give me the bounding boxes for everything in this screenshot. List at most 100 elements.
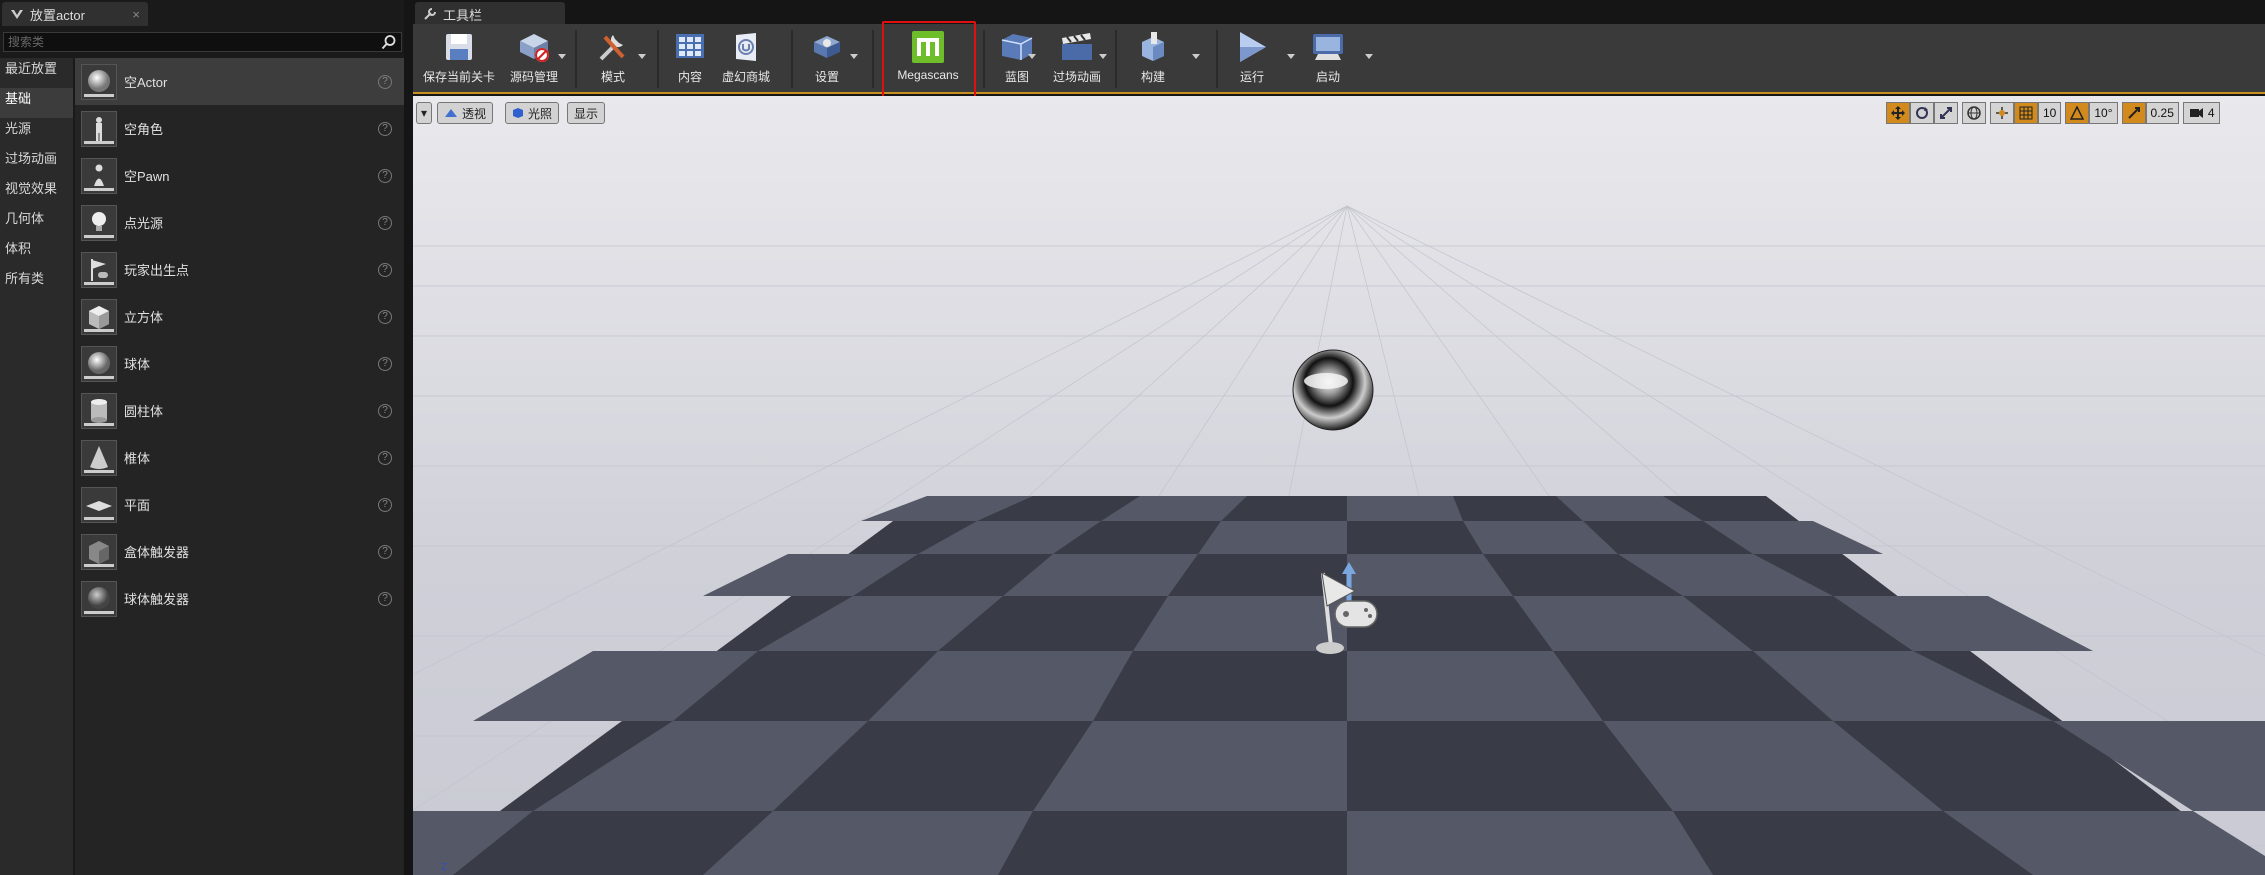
- play-dropdown-arrow[interactable]: [1287, 54, 1295, 59]
- rotate-icon: [1916, 107, 1928, 119]
- cinematics-dropdown-arrow[interactable]: [1099, 54, 1107, 59]
- build-dropdown-arrow[interactable]: [1192, 54, 1200, 59]
- toolbar-tab[interactable]: 工具栏: [415, 2, 565, 26]
- help-icon[interactable]: ?: [378, 403, 392, 418]
- asset-player-start[interactable]: 玩家出生点 ?: [75, 246, 404, 293]
- search-input[interactable]: [4, 35, 381, 49]
- launch-button[interactable]: 启动: [1303, 28, 1353, 90]
- asset-point-light[interactable]: 点光源 ?: [75, 199, 404, 246]
- category-cinematic[interactable]: 过场动画: [0, 148, 73, 178]
- category-visual-effects[interactable]: 视觉效果: [0, 178, 73, 208]
- blueprint-icon: [998, 28, 1036, 66]
- cylinder-icon: [81, 392, 117, 429]
- asset-sphere[interactable]: 球体 ?: [75, 340, 404, 387]
- modes-icon: [594, 28, 632, 66]
- toolbar-label: 过场动画: [1052, 70, 1101, 84]
- wrench-icon: [424, 8, 436, 20]
- help-icon[interactable]: ?: [378, 74, 392, 89]
- asset-cube[interactable]: 立方体 ?: [75, 293, 404, 340]
- asset-cylinder[interactable]: 圆柱体 ?: [75, 387, 404, 434]
- grid-snap-toggle[interactable]: [2014, 102, 2038, 124]
- source-control-dropdown-arrow[interactable]: [558, 54, 566, 59]
- category-all-classes[interactable]: 所有类: [0, 268, 73, 298]
- show-label: 显示: [574, 106, 599, 121]
- axis-indicator: Z: [441, 862, 448, 873]
- camera-speed-button[interactable]: 4: [2182, 102, 2220, 124]
- marketplace-button[interactable]: 虚幻商城: [717, 28, 775, 90]
- settings-dropdown-arrow[interactable]: [850, 54, 858, 59]
- asset-sphere-trigger[interactable]: 球体触发器 ?: [75, 575, 404, 622]
- help-icon[interactable]: ?: [378, 497, 392, 512]
- rotation-snap-value[interactable]: 10°: [2089, 102, 2118, 124]
- toolbar-label: 保存当前关卡: [422, 70, 495, 84]
- asset-plane[interactable]: 平面 ?: [75, 481, 404, 528]
- perspective-icon: [445, 109, 457, 117]
- content-button[interactable]: 内容: [665, 28, 715, 90]
- help-icon[interactable]: ?: [378, 262, 392, 277]
- toolbar-label: 模式: [600, 70, 625, 84]
- perspective-button[interactable]: 透视: [437, 102, 494, 124]
- blueprints-button[interactable]: 蓝图: [991, 28, 1043, 90]
- settings-button[interactable]: 设置: [801, 28, 853, 90]
- chrome-sphere[interactable]: [1292, 349, 1374, 431]
- scale-mode-button[interactable]: [1934, 102, 1958, 124]
- rotate-mode-button[interactable]: [1910, 102, 1934, 124]
- help-icon[interactable]: ?: [378, 544, 392, 559]
- toolbar-separator: [575, 30, 577, 88]
- content-icon: [671, 28, 709, 66]
- save-level-button[interactable]: 保存当前关卡: [416, 28, 502, 90]
- asset-label: 球体触发器: [124, 592, 190, 607]
- toolbar-label: 构建: [1140, 70, 1165, 84]
- help-icon[interactable]: ?: [378, 215, 392, 230]
- viewport-options-button[interactable]: ▾: [416, 102, 432, 124]
- toolbar-label: 蓝图: [1004, 70, 1029, 84]
- coordinate-space-button[interactable]: [1962, 102, 1986, 124]
- rotation-snap-toggle[interactable]: [2065, 102, 2090, 124]
- surface-snap-button[interactable]: [1990, 102, 2014, 124]
- category-recent[interactable]: 最近放置: [0, 58, 73, 88]
- help-icon[interactable]: ?: [378, 168, 392, 183]
- play-button[interactable]: 运行: [1221, 28, 1283, 90]
- empty-actor-icon: [81, 63, 117, 100]
- help-icon[interactable]: ?: [378, 591, 392, 606]
- toolbar-label: 虚幻商城: [721, 70, 770, 84]
- place-actors-tab[interactable]: 放置actor ×: [2, 2, 148, 26]
- toolbar-separator: [1216, 30, 1218, 88]
- modes-button[interactable]: 模式: [581, 28, 645, 90]
- help-icon[interactable]: ?: [378, 450, 392, 465]
- category-volumes[interactable]: 体积: [0, 238, 73, 268]
- grid-snap-value[interactable]: 10: [2038, 102, 2062, 124]
- level-viewport[interactable]: ▾ 透视 光照 显示 10 10° 0.25 4 Z: [413, 96, 2265, 875]
- source-control-button[interactable]: 源码管理: [501, 28, 567, 90]
- asset-cone[interactable]: 椎体 ?: [75, 434, 404, 481]
- search-icon[interactable]: [381, 34, 397, 50]
- launch-dropdown-arrow[interactable]: [1365, 54, 1373, 59]
- cone-icon: [81, 439, 117, 476]
- show-button[interactable]: 显示: [567, 102, 606, 124]
- close-icon[interactable]: ×: [132, 7, 140, 22]
- scale-snap-toggle[interactable]: [2121, 102, 2146, 124]
- help-icon[interactable]: ?: [378, 121, 392, 136]
- move-icon: [1891, 106, 1905, 120]
- build-button[interactable]: 构建: [1125, 28, 1181, 90]
- help-icon[interactable]: ?: [378, 356, 392, 371]
- toolbar-label: 内容: [677, 70, 702, 84]
- lit-mode-button[interactable]: 光照: [505, 102, 560, 124]
- modes-dropdown-arrow[interactable]: [638, 54, 646, 59]
- category-lights[interactable]: 光源: [0, 118, 73, 148]
- category-basic[interactable]: 基础: [0, 88, 73, 118]
- blueprint-dropdown-arrow[interactable]: [1028, 54, 1036, 59]
- asset-empty-character[interactable]: 空角色 ?: [75, 105, 404, 152]
- asset-empty-pawn[interactable]: 空Pawn ?: [75, 152, 404, 199]
- cinematics-button[interactable]: 过场动画: [1041, 28, 1113, 90]
- camera-speed-icon: [2189, 108, 2203, 118]
- main-toolbar: 保存当前关卡 源码管理 模式 内容 虚幻商城 设置 Megascans 蓝图 过…: [413, 24, 2265, 94]
- asset-label: 圆柱体: [124, 404, 164, 419]
- player-start-icon: [81, 251, 117, 288]
- asset-box-trigger[interactable]: 盒体触发器 ?: [75, 528, 404, 575]
- scale-snap-value[interactable]: 0.25: [2145, 102, 2179, 124]
- translate-mode-button[interactable]: [1886, 102, 1910, 124]
- help-icon[interactable]: ?: [378, 309, 392, 324]
- category-geometry[interactable]: 几何体: [0, 208, 73, 238]
- asset-empty-actor[interactable]: 空Actor ?: [75, 58, 404, 105]
